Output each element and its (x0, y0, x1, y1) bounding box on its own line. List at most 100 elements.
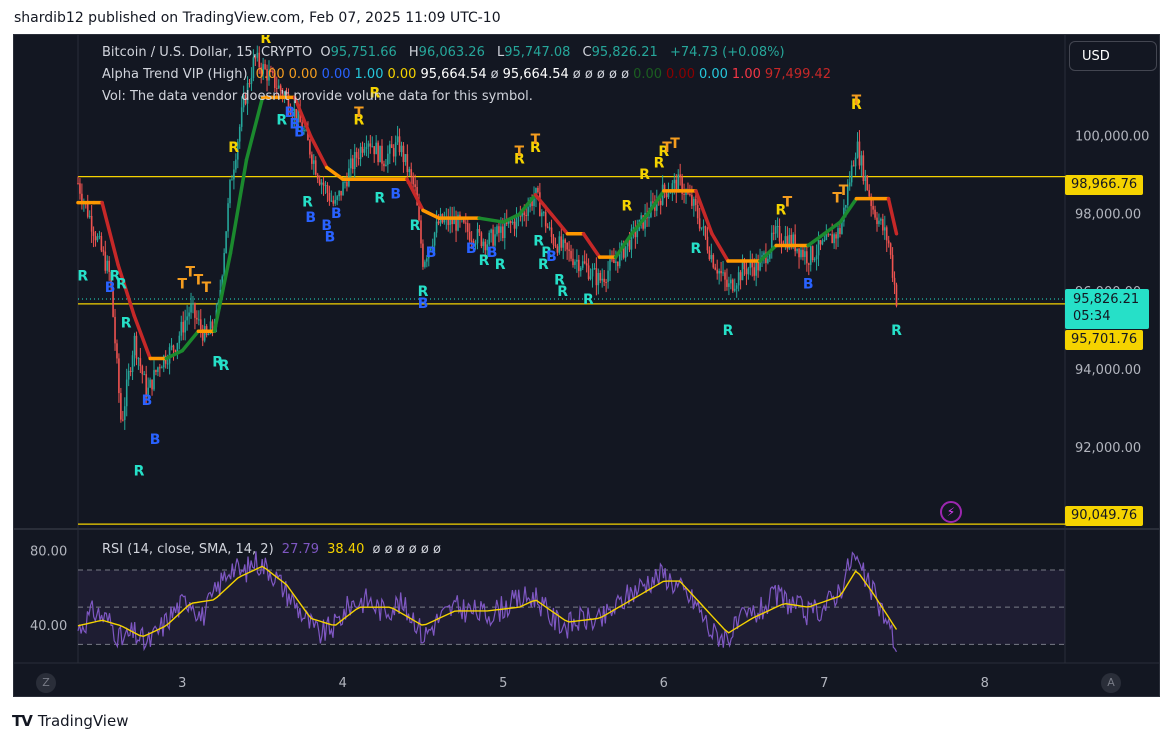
chart-frame[interactable]: 92,000.0094,000.0096,000.0098,000.00100,… (13, 34, 1160, 697)
price-tag-bottom-line: 90,049.76 (1065, 506, 1144, 526)
candle-body (572, 258, 574, 266)
tradingview-logo[interactable]: TV TradingView (12, 712, 128, 730)
legend-high-label: H (408, 45, 419, 60)
candle-body (159, 367, 161, 369)
candle-body (350, 158, 352, 169)
indicator-legend: Alpha Trend VIP (High) 0.00 0.00 0.00 1.00 0… (102, 67, 839, 82)
signal-marker: B (390, 187, 401, 203)
signal-marker: R (228, 140, 239, 156)
candle-body (383, 163, 385, 167)
candle-body (825, 234, 828, 241)
candle-body (878, 220, 880, 224)
signal-marker: B (466, 241, 477, 257)
candle-body (767, 258, 769, 264)
candle-body (835, 234, 837, 239)
candle-body (597, 272, 600, 286)
candle-body (394, 142, 397, 157)
price-tick-label: 92,000.00 (1075, 441, 1141, 456)
indicator-values: 0.00 0.00 0.00 1.00 0.00 95,664.54 ø 95,664.54 ø… (256, 67, 835, 82)
currency-button[interactable]: USD (1069, 41, 1157, 71)
candle-body (860, 155, 863, 166)
candle-body (509, 220, 512, 223)
signal-marker: T (354, 105, 364, 121)
signal-marker: R (219, 358, 230, 374)
candle-body (728, 283, 730, 287)
candle-body (381, 145, 383, 164)
zoom-button[interactable]: Z (36, 673, 56, 693)
candle-body (887, 240, 890, 244)
candle-body (566, 242, 568, 250)
candle-body (589, 276, 592, 280)
legend-symbol[interactable]: Bitcoin / U.S. Dollar, 15, CRYPTO (102, 45, 312, 60)
candle-body (636, 230, 639, 238)
candle-body (194, 303, 196, 318)
candle-body (702, 226, 705, 228)
volume-note: Vol: The data vendor doesn't provide vol… (102, 89, 533, 104)
candle-body (114, 316, 116, 344)
candle-body (125, 379, 128, 407)
auto-scale-button[interactable]: A (1101, 673, 1121, 693)
candle-body (747, 268, 750, 275)
trend-segment (244, 95, 265, 162)
candle-body (872, 206, 874, 210)
candle-body (377, 142, 379, 163)
candle-body (492, 229, 494, 246)
candle-body (852, 165, 855, 167)
indicator-name[interactable]: Alpha Trend VIP (High) (102, 67, 248, 82)
candle-body (122, 419, 124, 421)
candle-body (706, 236, 709, 251)
candle-body (120, 393, 122, 420)
candle-body (552, 236, 555, 245)
candle-body (355, 152, 358, 158)
candle-body (100, 236, 103, 251)
candle-body (578, 259, 580, 272)
price-tick-label: 98,000.00 (1075, 207, 1141, 222)
candle-body (539, 192, 541, 217)
candle-body (601, 278, 604, 281)
candle-body (86, 202, 89, 217)
signal-marker: B (418, 296, 429, 312)
candle-body (856, 141, 859, 158)
candle-body (850, 165, 853, 183)
candle-body (94, 235, 97, 241)
candle-body (361, 146, 364, 153)
candle-body (365, 146, 368, 149)
lightning-alert-icon[interactable]: ⚡ (940, 501, 962, 523)
trend-segment (517, 193, 538, 217)
candle-body (624, 246, 627, 258)
price-tag-lower-line: 95,701.76 (1065, 330, 1144, 350)
signal-marker: B (325, 230, 336, 246)
legend-close: 95,826.21 (591, 45, 658, 60)
candle-body (313, 160, 315, 164)
rsi-name[interactable]: RSI (14, close, SMA, 14, 2) (102, 542, 274, 557)
candle-body (170, 345, 173, 348)
candle-body (385, 164, 387, 167)
signal-marker: R (621, 198, 632, 214)
candle-body (837, 228, 839, 239)
candle-body (778, 226, 781, 242)
signal-marker: R (121, 315, 132, 331)
candle-body (480, 232, 483, 247)
candle-body (891, 254, 894, 278)
candle-body (196, 317, 198, 320)
candle-body (106, 260, 109, 271)
signal-marker: T (852, 93, 862, 109)
tradingview-mark-icon: TV (12, 712, 33, 730)
candle-body (593, 268, 596, 270)
candle-body (199, 319, 202, 330)
candle-body (412, 175, 414, 185)
time-tick-label: 7 (820, 676, 828, 691)
price-tag-last: 95,826.21 (1073, 292, 1140, 307)
candle-body (116, 343, 118, 359)
signal-marker: B (150, 432, 161, 448)
indicator-value: 1.00 (731, 67, 761, 82)
candle-body (605, 281, 607, 283)
candle-body (424, 261, 426, 267)
time-tick-label: 8 (981, 676, 989, 691)
candle-body (482, 241, 485, 247)
candle-body (398, 136, 401, 153)
candle-body (353, 152, 356, 170)
trend-segment (212, 251, 233, 333)
signal-marker: B (426, 245, 437, 261)
price-chart[interactable]: 92,000.0094,000.0096,000.0098,000.00100,… (14, 35, 1160, 697)
